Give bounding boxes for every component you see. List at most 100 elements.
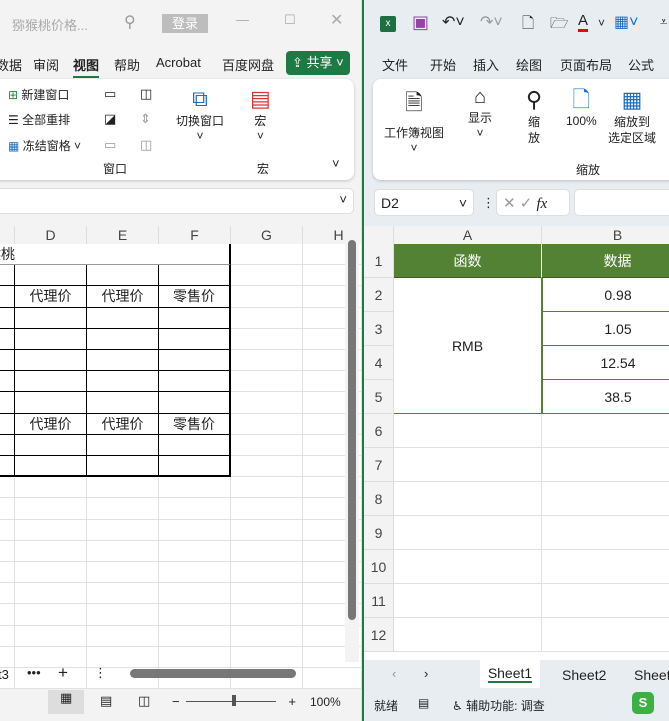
login-button[interactable]: 登录 — [162, 14, 208, 33]
cell[interactable] — [15, 625, 87, 647]
font-color-icon[interactable]: A — [578, 12, 589, 32]
cell[interactable] — [231, 434, 303, 456]
cell[interactable] — [231, 413, 303, 435]
cell[interactable] — [15, 328, 87, 350]
cell[interactable] — [87, 328, 159, 350]
cell[interactable] — [542, 550, 669, 584]
new-window-button[interactable]: ⊞ 新建窗口 — [8, 86, 69, 103]
tab-home[interactable]: 开始 — [430, 55, 456, 74]
accessibility-status[interactable]: ♿ 辅助功能: 调查 — [452, 697, 545, 714]
cell[interactable] — [87, 244, 159, 266]
row-header-12[interactable]: 12 — [364, 618, 394, 652]
cell[interactable] — [0, 562, 15, 584]
cell[interactable]: 代理价 — [15, 413, 87, 435]
cell[interactable] — [159, 519, 231, 541]
select-all-button[interactable] — [364, 226, 394, 244]
cell[interactable] — [231, 583, 303, 605]
sheet-tab-sheet1[interactable]: Sheet1 — [480, 660, 540, 688]
cell[interactable] — [15, 519, 87, 541]
cell[interactable] — [0, 604, 15, 626]
cell[interactable] — [231, 371, 303, 393]
side-by-side-icon[interactable]: ◫ — [140, 86, 152, 102]
row-header-3[interactable]: 3 — [364, 312, 394, 346]
cell[interactable] — [0, 477, 15, 499]
cell[interactable] — [0, 646, 15, 668]
page-layout-icon[interactable]: ▤ — [100, 693, 112, 709]
cell[interactable] — [0, 265, 15, 287]
page-break-icon[interactable]: ◫ — [138, 693, 150, 709]
formula-input[interactable] — [574, 189, 669, 216]
cell[interactable] — [231, 456, 303, 478]
cell[interactable] — [15, 604, 87, 626]
cell[interactable] — [15, 392, 87, 414]
cell[interactable] — [0, 286, 15, 308]
cell[interactable] — [0, 392, 15, 414]
open-icon[interactable]: 🗁 — [550, 13, 569, 38]
sync-scroll-icon[interactable]: ⇕ — [140, 111, 151, 127]
minimize-icon[interactable]: — — [236, 12, 249, 27]
row-header-1[interactable]: 1 — [364, 244, 394, 278]
cell[interactable] — [0, 540, 15, 562]
cell[interactable] — [542, 448, 669, 482]
row-header-8[interactable]: 8 — [364, 482, 394, 516]
cell[interactable] — [303, 668, 361, 690]
cell[interactable] — [87, 477, 159, 499]
cell[interactable] — [159, 265, 231, 287]
cell[interactable] — [15, 456, 87, 478]
cell[interactable] — [231, 604, 303, 626]
left-grid[interactable]: DEFGH猴桃代理价代理价零售价代理价代理价零售价 — [0, 226, 361, 690]
cell[interactable] — [231, 498, 303, 520]
cell[interactable]: 代理价 — [87, 413, 159, 435]
cell[interactable]: 代理价 — [15, 286, 87, 308]
zoom-slider[interactable]: − + — [172, 694, 296, 709]
cell[interactable] — [15, 350, 87, 372]
cell[interactable]: 猴桃 — [0, 244, 15, 266]
new-file-icon[interactable]: 🗋 — [522, 13, 534, 38]
cell[interactable] — [394, 550, 542, 584]
cell[interactable] — [231, 519, 303, 541]
name-box[interactable]: D2 ˅ — [374, 189, 474, 216]
cell[interactable] — [231, 350, 303, 372]
add-sheet-icon[interactable]: + — [58, 663, 68, 683]
sheet-tab[interactable]: t3 — [0, 667, 9, 682]
cell[interactable] — [159, 646, 231, 668]
header-cell[interactable]: 函数 — [394, 244, 542, 278]
cell[interactable] — [159, 583, 231, 605]
column-header-e[interactable]: E — [87, 226, 159, 244]
unhide-icon[interactable]: ▭ — [104, 137, 116, 153]
cell[interactable] — [0, 519, 15, 541]
value-cell[interactable]: 0.98 — [542, 278, 669, 312]
cell[interactable] — [87, 265, 159, 287]
cell[interactable] — [0, 625, 15, 647]
cell[interactable] — [0, 498, 15, 520]
cell[interactable] — [87, 583, 159, 605]
horizontal-scrollbar[interactable] — [130, 669, 296, 678]
cell[interactable] — [231, 477, 303, 499]
zoom-selection-button[interactable]: ▦ 缩放到 选定区域 — [608, 86, 656, 146]
tab-baidu[interactable]: 百度网盘 — [222, 55, 274, 74]
cell[interactable] — [15, 371, 87, 393]
cell[interactable] — [15, 265, 87, 287]
column-header-a[interactable]: A — [394, 226, 542, 244]
row-header-7[interactable]: 7 — [364, 448, 394, 482]
tab-draw[interactable]: 绘图 — [516, 55, 542, 74]
cell[interactable] — [0, 307, 15, 329]
tab-data[interactable]: 数据 — [0, 55, 22, 74]
sogou-ime-icon[interactable]: S — [632, 692, 654, 714]
cell[interactable] — [394, 584, 542, 618]
more-icon[interactable]: ⋮ — [482, 195, 495, 211]
tab-review[interactable]: 审阅 — [33, 55, 59, 74]
borders-icon[interactable]: ▦˅ — [614, 12, 638, 32]
formula-bar[interactable]: ˅ — [0, 188, 354, 214]
arrange-all-button[interactable]: ☰ 全部重排 — [8, 111, 70, 128]
cell[interactable] — [542, 414, 669, 448]
cell[interactable] — [15, 498, 87, 520]
cell[interactable] — [231, 265, 303, 287]
cell[interactable] — [0, 456, 15, 478]
sheet-tab-sheet2[interactable]: Sheet2 — [562, 667, 606, 683]
normal-view-icon[interactable]: ▦ — [48, 690, 84, 714]
cell[interactable]: 零售价 — [159, 413, 231, 435]
more-sheets-icon[interactable]: ••• — [27, 665, 41, 680]
cell[interactable] — [159, 434, 231, 456]
cell[interactable] — [0, 371, 15, 393]
